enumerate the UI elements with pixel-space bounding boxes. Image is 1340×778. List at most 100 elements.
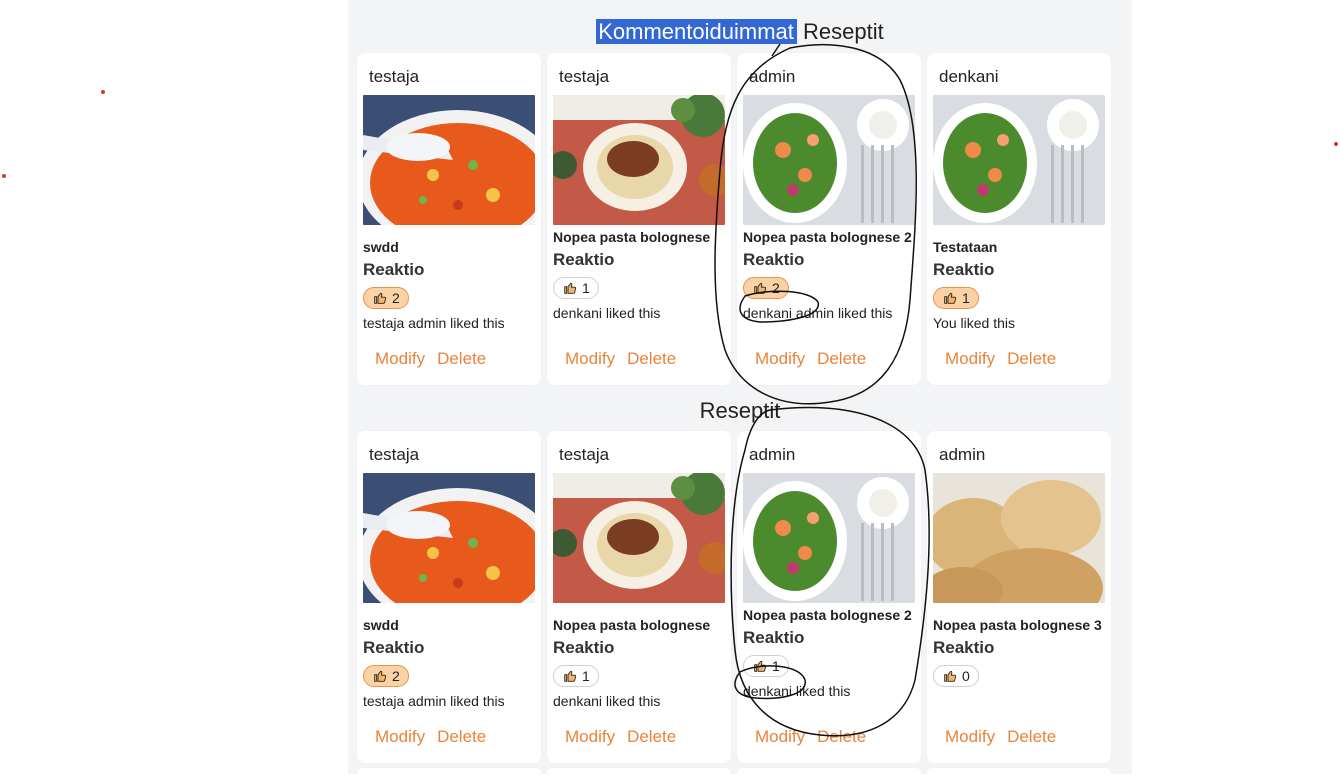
recipe-image[interactable] bbox=[933, 473, 1105, 603]
liked-by-text: denkani liked this bbox=[743, 683, 851, 699]
recipe-title[interactable]: swdd bbox=[363, 237, 539, 257]
like-count: 0 bbox=[962, 668, 970, 684]
recipe-image[interactable] bbox=[363, 473, 535, 603]
delete-button[interactable]: Delete bbox=[627, 349, 676, 369]
recipe-card[interactable]: testaja Nopea pasta bolognese Reaktio 1 denk… bbox=[547, 431, 731, 763]
thumbs-up-icon bbox=[752, 658, 768, 674]
liked-by-text: denkani liked this bbox=[553, 693, 661, 709]
recipe-author: admin bbox=[749, 445, 796, 464]
like-count: 1 bbox=[962, 290, 970, 306]
recipe-image[interactable] bbox=[553, 473, 725, 603]
modify-button[interactable]: Modify bbox=[565, 349, 615, 369]
stray-dot bbox=[2, 174, 6, 178]
like-count: 1 bbox=[582, 668, 590, 684]
recipe-author: admin bbox=[939, 445, 986, 464]
like-count: 1 bbox=[772, 658, 780, 674]
title-rest: Reseptit bbox=[803, 19, 884, 44]
thumbs-up-icon bbox=[562, 280, 578, 296]
like-reaction-button[interactable]: 1 bbox=[743, 655, 789, 677]
most-commented-grid: testaja swdd Reaktio 2 testaja admin liked t… bbox=[357, 53, 1123, 385]
reaction-heading: Reaktio bbox=[553, 250, 615, 269]
modify-button[interactable]: Modify bbox=[755, 349, 805, 369]
thumbs-up-icon bbox=[942, 290, 958, 306]
thumbs-up-icon bbox=[372, 290, 388, 306]
stray-dot bbox=[1334, 142, 1338, 146]
next-row-peek bbox=[357, 768, 1123, 778]
like-count: 2 bbox=[772, 280, 780, 296]
stray-dot bbox=[101, 90, 105, 94]
delete-button[interactable]: Delete bbox=[1007, 349, 1056, 369]
liked-by-text: denkani liked this bbox=[553, 305, 661, 321]
reaction-heading: Reaktio bbox=[933, 260, 995, 279]
modify-button[interactable]: Modify bbox=[375, 349, 425, 369]
delete-button[interactable]: Delete bbox=[437, 349, 486, 369]
card-peek bbox=[547, 768, 731, 778]
recipe-author: denkani bbox=[939, 67, 999, 86]
like-reaction-button[interactable]: 2 bbox=[363, 287, 409, 309]
liked-by-text: testaja admin liked this bbox=[363, 693, 505, 709]
recipe-title[interactable]: Nopea pasta bolognese 3 bbox=[933, 615, 1109, 635]
thumbs-up-icon bbox=[942, 668, 958, 684]
like-reaction-button[interactable]: 1 bbox=[933, 287, 979, 309]
recipe-author: admin bbox=[749, 67, 796, 86]
recipe-title[interactable]: Nopea pasta bolognese bbox=[553, 615, 729, 635]
recipe-author: testaja bbox=[559, 67, 610, 86]
modify-button[interactable]: Modify bbox=[375, 727, 425, 747]
reaction-heading: Reaktio bbox=[363, 260, 425, 279]
recipe-title[interactable]: Nopea pasta bolognese 2 bbox=[743, 605, 919, 625]
recipe-image[interactable] bbox=[933, 95, 1105, 225]
recipes-panel: Kommentoiduimmat Reseptit testaja swdd Rea… bbox=[348, 0, 1132, 778]
recipe-card[interactable]: admin Nopea pasta bolognese 3 Reaktio 0 Modi… bbox=[927, 431, 1111, 763]
recipes-title: Reseptit bbox=[699, 398, 781, 423]
recipes-grid: testaja swdd Reaktio 2 testaja admin liked t… bbox=[357, 431, 1123, 763]
recipe-card[interactable]: denkani Testataan Reaktio 1 You liked this Mo… bbox=[927, 53, 1111, 385]
modify-button[interactable]: Modify bbox=[755, 727, 805, 747]
recipe-author: testaja bbox=[559, 445, 610, 464]
like-count: 2 bbox=[392, 290, 400, 306]
like-reaction-button[interactable]: 1 bbox=[553, 665, 599, 687]
recipe-card[interactable]: admin Nopea pasta bolognese 2 Reaktio 2 denk… bbox=[737, 53, 921, 385]
like-reaction-button[interactable]: 2 bbox=[743, 277, 789, 299]
title-highlighted-word: Kommentoiduimmat bbox=[596, 19, 797, 44]
recipe-image[interactable] bbox=[553, 95, 725, 225]
liked-by-text: You liked this bbox=[933, 315, 1015, 331]
most-commented-title: Kommentoiduimmat Reseptit bbox=[348, 19, 1132, 45]
reaction-heading: Reaktio bbox=[933, 638, 995, 657]
recipe-title[interactable]: swdd bbox=[363, 615, 539, 635]
recipe-title[interactable]: Nopea pasta bolognese bbox=[553, 227, 729, 247]
thumbs-up-icon bbox=[752, 280, 768, 296]
card-peek bbox=[357, 768, 541, 778]
recipe-title[interactable]: Nopea pasta bolognese 2 bbox=[743, 227, 919, 247]
delete-button[interactable]: Delete bbox=[1007, 727, 1056, 747]
thumbs-up-icon bbox=[562, 668, 578, 684]
recipe-author: testaja bbox=[369, 445, 420, 464]
recipe-title[interactable]: Testataan bbox=[933, 237, 1109, 257]
like-reaction-button[interactable]: 2 bbox=[363, 665, 409, 687]
recipe-card[interactable]: testaja Nopea pasta bolognese Reaktio 1 denk… bbox=[547, 53, 731, 385]
reaction-heading: Reaktio bbox=[553, 638, 615, 657]
recipe-author: testaja bbox=[369, 67, 420, 86]
modify-button[interactable]: Modify bbox=[945, 727, 995, 747]
like-reaction-button[interactable]: 1 bbox=[553, 277, 599, 299]
recipe-card[interactable]: admin Nopea pasta bolognese 2 Reaktio 1 denk… bbox=[737, 431, 921, 763]
delete-button[interactable]: Delete bbox=[817, 349, 866, 369]
recipe-card[interactable]: testaja swdd Reaktio 2 testaja admin liked t… bbox=[357, 431, 541, 763]
recipe-image[interactable] bbox=[743, 473, 915, 603]
recipe-card[interactable]: testaja swdd Reaktio 2 testaja admin liked t… bbox=[357, 53, 541, 385]
modify-button[interactable]: Modify bbox=[565, 727, 615, 747]
delete-button[interactable]: Delete bbox=[817, 727, 866, 747]
reaction-heading: Reaktio bbox=[743, 628, 805, 647]
card-peek bbox=[737, 768, 921, 778]
liked-by-text: denkani admin liked this bbox=[743, 305, 893, 321]
liked-by-text: testaja admin liked this bbox=[363, 315, 505, 331]
like-reaction-button[interactable]: 0 bbox=[933, 665, 979, 687]
like-count: 1 bbox=[582, 280, 590, 296]
like-count: 2 bbox=[392, 668, 400, 684]
recipe-image[interactable] bbox=[743, 95, 915, 225]
modify-button[interactable]: Modify bbox=[945, 349, 995, 369]
delete-button[interactable]: Delete bbox=[627, 727, 676, 747]
recipe-image[interactable] bbox=[363, 95, 535, 225]
delete-button[interactable]: Delete bbox=[437, 727, 486, 747]
reaction-heading: Reaktio bbox=[743, 250, 805, 269]
card-peek bbox=[927, 768, 1111, 778]
